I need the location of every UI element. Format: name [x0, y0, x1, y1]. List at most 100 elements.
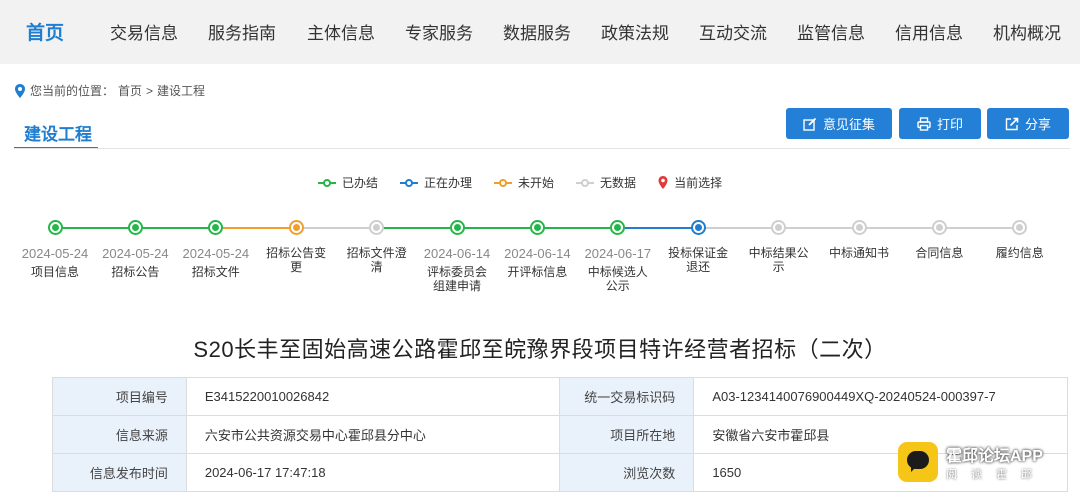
timeline-step[interactable]: 2024-06-14 开评标信息 — [497, 220, 577, 279]
legend-no-data-icon — [576, 178, 595, 188]
table-row: 项目编号 E3415220010026842 统一交易标识码 A03-12341… — [52, 377, 1068, 416]
nav-item-credit[interactable]: 信用信息 — [895, 19, 963, 44]
timeline-step-dot — [288, 220, 304, 235]
timeline-step-label: 招标文件 — [191, 265, 240, 279]
printer-icon — [917, 116, 931, 131]
timeline-step-dot — [529, 220, 545, 235]
publish-time-label: 信息发布时间 — [52, 453, 187, 492]
nav-item-data[interactable]: 数据服务 — [503, 19, 571, 44]
timeline-step-label: 招标公告 — [111, 265, 160, 279]
source-label: 信息来源 — [52, 415, 187, 454]
timeline-step[interactable]: 2024-06-14 评标委员会组建申请 — [417, 220, 497, 293]
nav-home[interactable]: 首页 — [26, 18, 64, 45]
nav-item-supervision[interactable]: 监管信息 — [797, 19, 865, 44]
timeline-step-dot — [47, 220, 63, 235]
timeline-step-label: 中标候选人公示 — [587, 265, 648, 293]
status-legend: 已办结 正在办理 未开始 无数据 当前选择 — [318, 174, 722, 191]
timeline-step-label: 招标公告变更 — [266, 246, 327, 274]
timeline-step-label: 中标通知书 — [828, 246, 889, 260]
legend-in-progress-icon — [400, 178, 419, 188]
timeline-step[interactable]: 中标结果公示 — [739, 220, 819, 274]
nav-item-trade[interactable]: 交易信息 — [110, 19, 178, 44]
timeline-step-date: 2024-05-24 — [102, 246, 169, 261]
edit-icon — [803, 117, 817, 131]
trade-code-value: A03-1234140076900449XQ-20240524-000397-7 — [693, 377, 1068, 416]
timeline-step-dot — [208, 220, 224, 235]
views-label: 浏览次数 — [559, 453, 695, 492]
breadcrumb-home[interactable]: 首页 — [118, 82, 142, 99]
publish-time-value: 2024-06-17 17:47:18 — [185, 453, 561, 492]
legend-no-data-label: 无数据 — [600, 176, 637, 190]
source-value: 六安市公共资源交易中心霍邱县分中心 — [185, 415, 561, 454]
top-nav: 首页 交易信息 服务指南 主体信息 专家服务 数据服务 政策法规 互动交流 监管… — [0, 0, 1080, 64]
timeline-step[interactable]: 招标文件澄清 — [337, 220, 417, 274]
timeline-step-dot — [771, 220, 787, 235]
timeline-step-date: 2024-05-24 — [21, 246, 89, 261]
timeline-step-label: 履约信息 — [995, 246, 1044, 260]
legend-in-progress-label: 正在办理 — [424, 176, 473, 190]
watermark-title: 霍邱论坛APP — [946, 448, 1043, 465]
section-tab[interactable]: 建设工程 — [14, 114, 98, 149]
timeline-step-label: 评标委员会组建申请 — [426, 265, 487, 293]
trade-code-label: 统一交易标识码 — [559, 377, 695, 416]
section-divider — [14, 148, 1070, 149]
timeline-step-date: 2024-05-24 — [182, 246, 250, 261]
timeline-step-date: 2024-06-14 — [423, 246, 491, 261]
timeline-step-dot — [610, 220, 626, 235]
timeline-step-dot — [931, 220, 947, 235]
legend-not-started-icon — [494, 178, 513, 188]
share-icon — [1005, 117, 1019, 130]
legend-no-data: 无数据 — [576, 174, 636, 191]
nav-item-policy[interactable]: 政策法规 — [601, 19, 669, 44]
timeline-step-label: 招标文件澄清 — [346, 246, 407, 274]
timeline-step-date: 2024-06-17 — [584, 246, 652, 261]
timeline-step-label: 开评标信息 — [507, 265, 568, 279]
breadcrumb-separator: > — [146, 83, 154, 98]
share-button-label: 分享 — [1024, 117, 1051, 132]
nav-item-interaction[interactable]: 互动交流 — [699, 19, 767, 44]
legend-done-label: 已办结 — [342, 176, 379, 190]
timeline-step-dot — [127, 220, 143, 235]
timeline-step[interactable]: 2024-06-17 中标候选人公示 — [578, 220, 658, 293]
process-timeline: 2024-05-24 项目信息 2024-05-24 招标公告 2024-05-24 招标… — [0, 210, 1080, 310]
location-label: 项目所在地 — [559, 415, 695, 454]
print-button[interactable]: 打印 — [899, 108, 981, 139]
project-no-value: E3415220010026842 — [185, 377, 561, 416]
legend-done: 已办结 — [318, 174, 378, 191]
nav-item-subject[interactable]: 主体信息 — [307, 19, 375, 44]
timeline-step-dot — [690, 220, 706, 235]
feedback-button-label: 意见征集 — [822, 117, 875, 132]
feedback-button[interactable]: 意见征集 — [786, 108, 892, 139]
nav-item-guide[interactable]: 服务指南 — [208, 19, 276, 44]
timeline-step-dot — [1012, 220, 1028, 235]
chat-bubble-logo-icon — [898, 442, 938, 482]
nav-item-about[interactable]: 机构概况 — [993, 19, 1061, 44]
legend-done-icon — [318, 178, 336, 188]
timeline-step[interactable]: 中标通知书 — [819, 220, 899, 260]
share-button[interactable]: 分享 — [987, 108, 1069, 139]
legend-not-started: 未开始 — [494, 174, 554, 191]
project-no-label: 项目编号 — [52, 377, 187, 416]
timeline-step-dot — [369, 220, 385, 235]
breadcrumb: 您当前的位置： 首页 > 建设工程 — [14, 82, 205, 99]
map-marker-icon — [658, 176, 668, 189]
timeline-step-dot — [851, 220, 867, 235]
legend-current-label: 当前选择 — [674, 176, 723, 190]
timeline-step[interactable]: 2024-05-24 招标文件 — [176, 220, 256, 279]
timeline-step[interactable]: 招标公告变更 — [256, 220, 336, 274]
nav-item-expert[interactable]: 专家服务 — [405, 19, 473, 44]
app-watermark: 霍邱论坛APP 阅读霍邱 — [898, 442, 1046, 482]
breadcrumb-prefix: 您当前的位置： — [30, 84, 115, 98]
timeline-step[interactable]: 2024-05-24 招标公告 — [95, 220, 175, 279]
timeline-step-date: 2024-06-14 — [504, 246, 571, 261]
page-title: S20长丰至固始高速公路霍邱至皖豫界段项目特许经营者招标（二次） — [193, 337, 887, 362]
timeline-step[interactable]: 履约信息 — [980, 220, 1060, 260]
watermark-subtitle: 阅读霍邱 — [946, 469, 1046, 481]
timeline-step[interactable]: 投标保证金退还 — [658, 220, 738, 274]
breadcrumb-current[interactable]: 建设工程 — [157, 82, 205, 99]
legend-not-started-label: 未开始 — [518, 176, 555, 190]
timeline-step-label: 中标结果公示 — [748, 246, 809, 274]
legend-in-progress: 正在办理 — [400, 174, 472, 191]
timeline-step[interactable]: 合同信息 — [899, 220, 979, 260]
timeline-step[interactable]: 2024-05-24 项目信息 — [15, 220, 95, 279]
